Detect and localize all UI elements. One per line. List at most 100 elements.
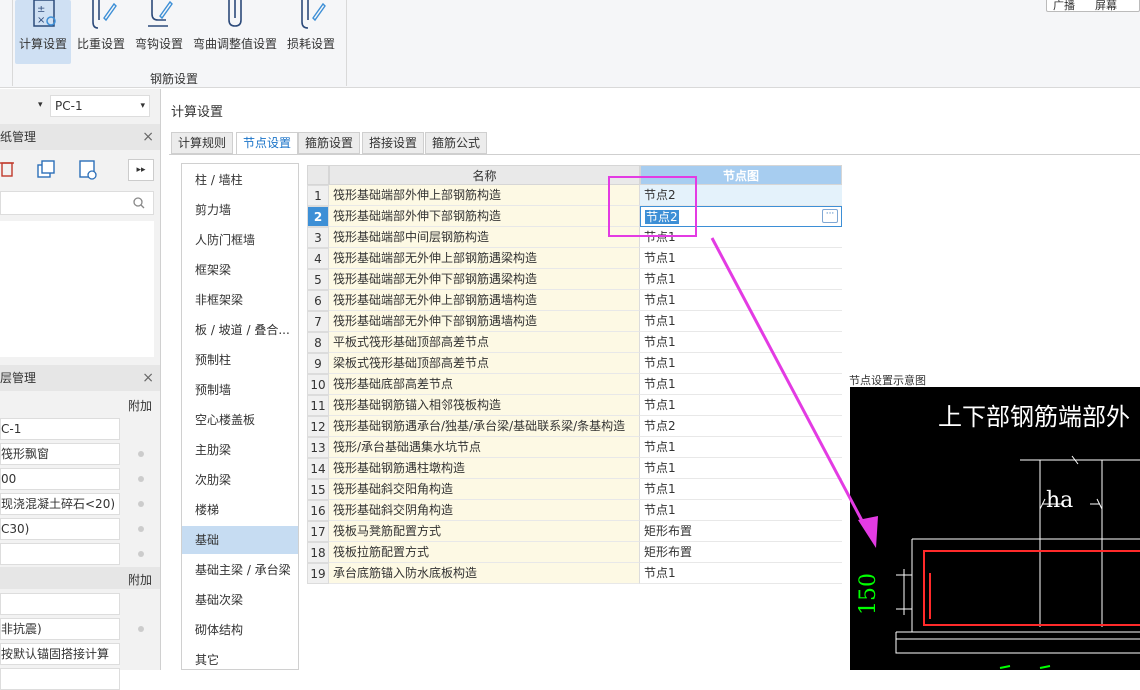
top-right-buttons[interactable]: 广播 屏幕 [1046, 0, 1140, 12]
attach-checkbox[interactable] [138, 626, 144, 632]
floor-combo[interactable]: ▾ [0, 95, 48, 117]
tab-stirrup-settings[interactable]: 箍筋设置 [298, 132, 361, 154]
table-row[interactable]: 10 筏形基础底部高差节点 节点1 [307, 374, 842, 395]
category-item[interactable]: 基础 [182, 526, 298, 554]
broadcast-button[interactable]: 广播 [1053, 0, 1075, 13]
property-value[interactable] [0, 543, 120, 565]
table-row[interactable]: 7 筏形基础端部无外伸下部钢筋遇墙构造 节点1 [307, 311, 842, 332]
row-node-value[interactable]: 节点1 [640, 248, 842, 269]
table-row[interactable]: 5 筏形基础端部无外伸下部钢筋遇梁构造 节点1 [307, 269, 842, 290]
category-item[interactable]: 基础主梁 / 承台梁 [182, 556, 298, 584]
category-item[interactable]: 基础次梁 [182, 586, 298, 614]
category-item[interactable]: 非框架梁 [182, 286, 298, 314]
loss-settings-button[interactable]: 损耗设置 [284, 0, 338, 64]
ribbon-group-label: 钢筋设置 [150, 72, 199, 86]
calc-settings-button[interactable]: ± × 计算设置 [15, 0, 71, 64]
row-index: 16 [307, 500, 329, 521]
row-node-value[interactable]: 节点2 [640, 416, 842, 437]
attach-checkbox[interactable] [138, 526, 144, 532]
delete-icon[interactable] [0, 157, 20, 181]
row-index: 10 [307, 374, 329, 395]
category-item[interactable]: 剪力墙 [182, 196, 298, 224]
close-icon[interactable]: × [142, 365, 154, 391]
category-item[interactable]: 空心楼盖板 [182, 406, 298, 434]
row-index: 7 [307, 311, 329, 332]
table-row[interactable]: 8 平板式筏形基础顶部高差节点 节点1 [307, 332, 842, 353]
table-row[interactable]: 13 筏形/承台基础遇集水坑节点 节点1 [307, 437, 842, 458]
tab-calc-rules[interactable]: 计算规则 [171, 132, 234, 154]
row-node-value[interactable]: 节点1 [640, 500, 842, 521]
chevron-down-icon: ▾ [140, 101, 145, 111]
hook-settings-button[interactable]: 弯钩设置 [132, 0, 186, 64]
table-row[interactable]: 19 承台底筋锚入防水底板构造 节点1 [307, 563, 842, 584]
table-row[interactable]: 6 筏形基础端部无外伸上部钢筋遇墙构造 节点1 [307, 290, 842, 311]
category-item[interactable]: 柱 / 墙柱 [182, 166, 298, 194]
row-node-value[interactable]: 矩形布置 [640, 521, 842, 542]
property-value[interactable]: C30) [0, 518, 120, 540]
category-item[interactable]: 框架梁 [182, 256, 298, 284]
bend-adjust-button[interactable]: 弯曲调整值设置 [190, 0, 280, 64]
tab-node-settings[interactable]: 节点设置 [236, 132, 299, 155]
row-node-value[interactable]: 节点1 [640, 269, 842, 290]
row-node-value[interactable]: 节点1 [640, 395, 842, 416]
category-item[interactable]: 楼梯 [182, 496, 298, 524]
category-item[interactable]: 主肋梁 [182, 436, 298, 464]
property-value[interactable]: 00 [0, 468, 120, 490]
weight-settings-button[interactable]: 比重设置 [74, 0, 128, 64]
ellipsis-button[interactable]: ··· [822, 209, 838, 223]
row-node-value[interactable]: 节点1 [640, 374, 842, 395]
property-value[interactable]: 按默认锚固搭接计算 [0, 643, 120, 665]
more-icon[interactable]: ▸▸ [128, 159, 154, 181]
screen-button[interactable]: 屏幕 [1095, 0, 1117, 13]
row-node-value[interactable]: 节点1 [640, 353, 842, 374]
table-row[interactable]: 11 筏形基础钢筋锚入相邻筏板构造 节点1 [307, 395, 842, 416]
property-value[interactable]: C-1 [0, 418, 120, 440]
table-row[interactable]: 1 筏形基础端部外伸上部钢筋构造 节点2 [307, 185, 842, 206]
property-value[interactable] [0, 668, 120, 690]
tab-stirrup-formula[interactable]: 箍筋公式 [425, 132, 488, 154]
category-item[interactable]: 板 / 坡道 / 叠合... [182, 316, 298, 344]
row-node-value[interactable]: 节点1 [640, 311, 842, 332]
row-node-value[interactable]: 节点1 [640, 437, 842, 458]
property-value[interactable]: 现浇混凝土碎石<20) [0, 493, 120, 515]
attach-checkbox[interactable] [138, 551, 144, 557]
table-row[interactable]: 2 筏形基础端部外伸下部钢筋构造 节点2 ··· [307, 206, 842, 227]
row-node-value[interactable]: 节点1 [640, 563, 842, 584]
category-item[interactable]: 砌体结构 [182, 616, 298, 644]
table-row[interactable]: 3 筏形基础端部中间层钢筋构造 节点1 [307, 227, 842, 248]
row-index: 15 [307, 479, 329, 500]
row-node-value[interactable]: 节点1 [640, 332, 842, 353]
column-header-attach: 附加 [128, 399, 153, 413]
row-node-value[interactable]: 矩形布置 [640, 542, 842, 563]
row-node-value[interactable]: 节点1 [640, 290, 842, 311]
table-row[interactable]: 14 筏形基础钢筋遇柱墩构造 节点1 [307, 458, 842, 479]
table-row[interactable]: 9 梁板式筏形基础顶部高差节点 节点1 [307, 353, 842, 374]
category-item[interactable]: 预制柱 [182, 346, 298, 374]
property-value[interactable] [0, 593, 120, 615]
drawing-search-input[interactable] [0, 191, 154, 215]
component-combo-value: PC-1 [55, 99, 83, 113]
table-row[interactable]: 15 筏形基础斜交阳角构造 节点1 [307, 479, 842, 500]
drawing-panel-title: 纸管理 [0, 130, 37, 144]
table-row[interactable]: 4 筏形基础端部无外伸上部钢筋遇梁构造 节点1 [307, 248, 842, 269]
table-row[interactable]: 12 筏形基础钢筋遇承台/独基/承台梁/基础联系梁/条基构造 节点2 [307, 416, 842, 437]
table-row[interactable]: 18 筏板拉筋配置方式 矩形布置 [307, 542, 842, 563]
component-combo[interactable]: PC-1 ▾ [50, 95, 150, 117]
attach-checkbox[interactable] [138, 451, 144, 457]
close-icon[interactable]: × [142, 124, 154, 150]
save-icon[interactable] [74, 157, 104, 181]
table-row[interactable]: 16 筏形基础斜交阴角构造 节点1 [307, 500, 842, 521]
attach-checkbox[interactable] [138, 476, 144, 482]
row-node-value[interactable]: 节点1 [640, 458, 842, 479]
table-row[interactable]: 17 筏板马凳筋配置方式 矩形布置 [307, 521, 842, 542]
row-node-value[interactable]: 节点1 [640, 479, 842, 500]
category-item[interactable]: 人防门框墙 [182, 226, 298, 254]
property-value[interactable]: 非抗震) [0, 618, 120, 640]
copy-icon[interactable] [32, 157, 62, 181]
row-name: 承台底筋锚入防水底板构造 [329, 563, 640, 584]
property-value[interactable]: 筏形飘窗 [0, 443, 120, 465]
category-item[interactable]: 次肋梁 [182, 466, 298, 494]
tab-lap-settings[interactable]: 搭接设置 [362, 132, 425, 154]
category-item[interactable]: 预制墙 [182, 376, 298, 404]
attach-checkbox[interactable] [138, 501, 144, 507]
